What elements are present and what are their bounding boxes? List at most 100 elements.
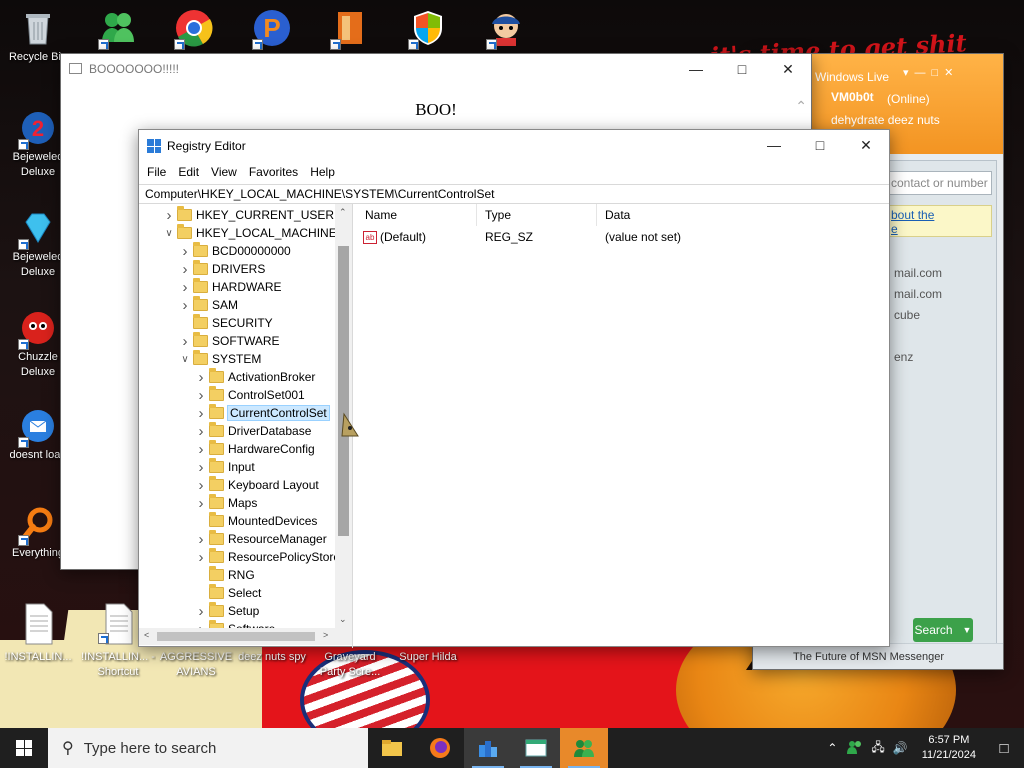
contact-item[interactable]: mail.com — [894, 284, 942, 305]
msn-username[interactable]: VM0b0t — [831, 90, 874, 104]
tree-node[interactable]: › SAM — [177, 296, 238, 314]
taskbar-search[interactable]: ⚲ Type here to search — [48, 728, 368, 768]
msn-tray-icon[interactable] — [847, 740, 863, 757]
tree-node[interactable]: › DriverDatabase — [193, 422, 311, 440]
desktop-icon-deez-nuts-spy[interactable]: deez nuts spy — [234, 648, 310, 665]
notifications-icon[interactable]: □ — [984, 740, 1024, 757]
column-data[interactable]: Data — [597, 204, 797, 226]
boo-titlebar[interactable]: BOOOOOOO!!!!! — □ ✕ — [61, 54, 811, 84]
maximize-button[interactable]: □ — [719, 54, 765, 84]
tree-node[interactable]: › HKEY_CURRENT_USER — [161, 206, 334, 224]
chevron-right-icon[interactable]: › — [193, 476, 209, 494]
tree-horizontal-scrollbar[interactable]: < > — [139, 628, 352, 645]
msn-search-button[interactable]: Search ▼ — [913, 618, 973, 642]
scroll-up-icon[interactable]: ⌃ — [795, 98, 807, 115]
chevron-right-icon[interactable]: › — [193, 530, 209, 548]
tree-node[interactable]: › ControlSet001 — [193, 386, 305, 404]
tree-node[interactable]: ∨ HKEY_LOCAL_MACHINE — [161, 224, 337, 242]
msn-title-buttons[interactable]: ▾—□✕ — [903, 66, 959, 79]
chevron-right-icon[interactable]: › — [193, 602, 209, 620]
desktop-icon-game[interactable] — [312, 8, 388, 50]
chevron-up-icon[interactable]: ⌃ — [827, 741, 837, 755]
menu-favorites[interactable]: Favorites — [243, 165, 304, 179]
tree-node[interactable]: › Setup — [193, 602, 259, 620]
tree-node[interactable]: › CurrentControlSet — [193, 404, 330, 422]
chevron-right-icon[interactable]: › — [193, 368, 209, 386]
chevron-right-icon[interactable]: › — [193, 440, 209, 458]
tree-node[interactable]: SECURITY — [177, 314, 273, 332]
msn-personal-message[interactable]: dehydrate deez nuts — [831, 113, 940, 127]
chevron-right-icon[interactable]: › — [193, 494, 209, 512]
chevron-right-icon[interactable]: › — [193, 548, 209, 566]
column-type[interactable]: Type — [477, 204, 597, 226]
taskbar-regedit[interactable] — [464, 728, 512, 768]
chevron-right-icon[interactable]: › — [193, 404, 209, 422]
menu-edit[interactable]: Edit — [172, 165, 205, 179]
chevron-right-icon[interactable]: › — [177, 296, 193, 314]
registry-tree[interactable]: ›Software›SetupSelectRNG›ResourcePolicyS… — [139, 204, 353, 648]
tree-node[interactable]: ∨ SYSTEM — [177, 350, 261, 368]
tree-node[interactable]: › DRIVERS — [177, 260, 265, 278]
desktop-icon-character[interactable] — [468, 8, 544, 50]
tree-node[interactable]: Select — [193, 584, 261, 602]
chevron-right-icon[interactable]: › — [161, 206, 177, 224]
msn-contact-list[interactable]: mail.com mail.com cube enz — [894, 263, 942, 368]
tree-node[interactable]: › SOFTWARE — [177, 332, 280, 350]
chevron-right-icon[interactable]: › — [193, 386, 209, 404]
taskbar-window-app[interactable] — [512, 728, 560, 768]
tree-node[interactable]: MountedDevices — [193, 512, 317, 530]
registry-editor-window[interactable]: Registry Editor — □ ✕ File Edit View Fav… — [138, 129, 890, 648]
desktop-icon-windows-shield[interactable] — [390, 8, 466, 50]
network-icon[interactable]: 🖧 — [871, 738, 884, 759]
menu-view[interactable]: View — [205, 165, 243, 179]
address-bar[interactable]: Computer\HKEY_LOCAL_MACHINE\SYSTEM\Curre… — [139, 184, 889, 204]
chevron-down-icon[interactable]: ∨ — [161, 224, 177, 242]
start-button[interactable] — [0, 728, 48, 768]
menu-help[interactable]: Help — [304, 165, 341, 179]
tree-node[interactable]: › Input — [193, 458, 255, 476]
desktop-icon-msn[interactable] — [80, 8, 156, 50]
msn-search-input[interactable]: contact or number — [886, 171, 992, 195]
taskbar-msn[interactable] — [560, 728, 608, 768]
desktop-icon-aggressive-avians[interactable]: AGGRESSIVE AVIANS — [158, 648, 234, 680]
close-button[interactable]: ✕ — [765, 54, 811, 84]
chevron-right-icon[interactable]: › — [177, 242, 193, 260]
tree-node[interactable]: RNG — [193, 566, 255, 584]
regedit-titlebar[interactable]: Registry Editor — □ ✕ — [139, 130, 889, 162]
chevron-right-icon[interactable]: › — [177, 278, 193, 296]
contact-item[interactable]: mail.com — [894, 263, 942, 284]
scroll-thumb[interactable] — [157, 632, 315, 641]
tree-node[interactable]: › ResourcePolicyStore — [193, 548, 340, 566]
values-pane[interactable]: Name Type Data ab (Default) REG_SZ (value… — [357, 204, 889, 648]
taskbar-file-explorer[interactable] — [368, 728, 416, 768]
desktop-icon-p-app[interactable]: P — [234, 8, 310, 50]
chevron-down-icon[interactable]: ∨ — [177, 350, 193, 368]
chevron-right-icon[interactable]: › — [177, 260, 193, 278]
chevron-right-icon[interactable]: › — [177, 332, 193, 350]
taskbar-firefox[interactable] — [416, 728, 464, 768]
chevron-right-icon[interactable]: › — [193, 458, 209, 476]
tree-node[interactable]: › HARDWARE — [177, 278, 282, 296]
minimize-button[interactable]: — — [751, 130, 797, 160]
desktop-icon-chrome[interactable] — [156, 8, 232, 50]
msn-status[interactable]: (Online) — [887, 92, 930, 106]
contact-item[interactable]: cube — [894, 305, 942, 326]
tree-node[interactable]: › ActivationBroker — [193, 368, 315, 386]
volume-icon[interactable]: 🔊 — [893, 741, 908, 755]
menu-file[interactable]: File — [141, 165, 172, 179]
desktop-icon-graveyard[interactable]: Graveyard Party Scre... — [312, 648, 388, 680]
column-name[interactable]: Name — [357, 204, 477, 226]
tree-node[interactable]: › BCD00000000 — [177, 242, 291, 260]
msn-notice[interactable]: bout the e — [886, 205, 992, 237]
tree-node[interactable]: › Keyboard Layout — [193, 476, 319, 494]
clock[interactable]: 6:57 PM 11/21/2024 — [914, 733, 984, 763]
contact-item[interactable]: enz — [894, 347, 942, 368]
chevron-right-icon[interactable]: › — [193, 422, 209, 440]
desktop-icon-installing[interactable]: !INSTALLIN... — [0, 602, 76, 665]
scroll-thumb[interactable] — [338, 246, 349, 536]
maximize-button[interactable]: □ — [797, 130, 843, 160]
close-button[interactable]: ✕ — [843, 130, 889, 160]
desktop-icon-super-hilda[interactable]: Super Hilda — [390, 648, 466, 665]
tree-node[interactable]: › Maps — [193, 494, 257, 512]
tree-node[interactable]: › ResourceManager — [193, 530, 327, 548]
